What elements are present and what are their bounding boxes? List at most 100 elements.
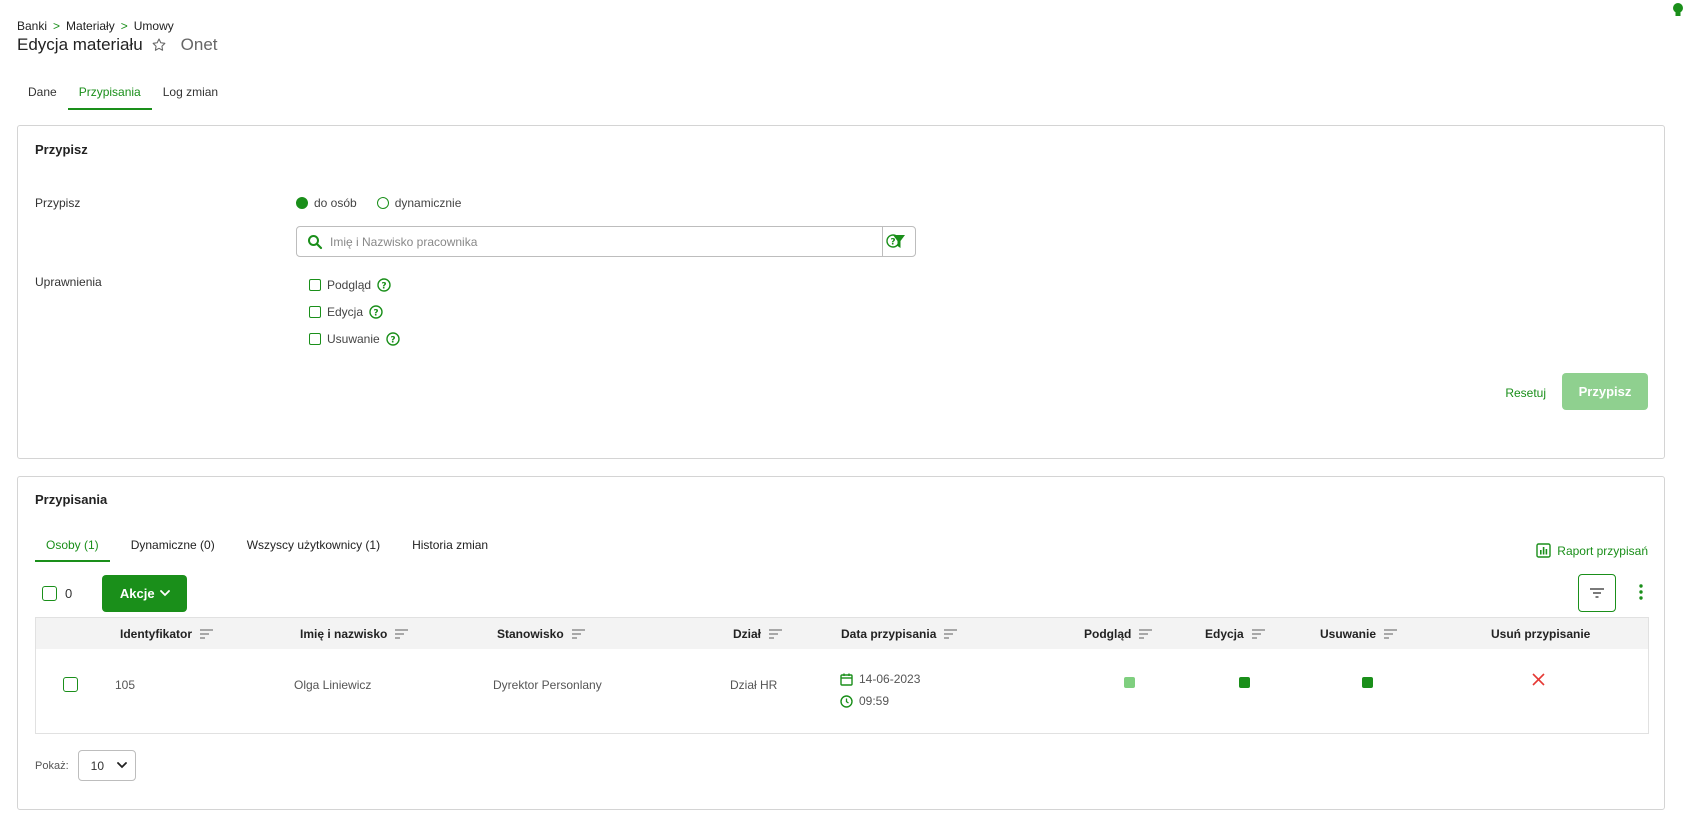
remove-assignment-icon[interactable]	[1532, 673, 1545, 686]
checkbox-edycja-label[interactable]: Edycja	[327, 305, 363, 319]
tab-log-zmian[interactable]: Log zmian	[152, 80, 229, 110]
help-icon[interactable]: ?	[369, 305, 383, 319]
column-header-identyfikator[interactable]: Identyfikator	[120, 627, 214, 641]
more-vertical-icon[interactable]	[1638, 583, 1644, 601]
cell-stanowisko: Dyrektor Personlany	[493, 678, 602, 692]
actions-button[interactable]: Akcje	[102, 575, 188, 612]
radio-dynamicznie[interactable]	[376, 197, 389, 209]
checkbox-podglad-label[interactable]: Podgląd	[327, 278, 371, 292]
checkbox-podglad[interactable]	[309, 279, 321, 291]
table-toolbar: 0 Akcje	[42, 575, 188, 612]
clock-icon	[840, 694, 853, 708]
radio-do-osob-label[interactable]: do osób	[314, 196, 357, 210]
permission-edit-indicator[interactable]	[1239, 677, 1250, 688]
checkbox-edycja[interactable]	[309, 306, 321, 318]
assign-submit-button[interactable]: Przypisz	[1562, 373, 1648, 410]
breadcrumb: Banki > Materiały > Umowy	[17, 19, 174, 33]
filter-lines-icon	[1590, 588, 1604, 598]
filter-toggle-button[interactable]	[1578, 574, 1616, 612]
permission-podglad: Podgląd ?	[309, 278, 391, 292]
sort-icon[interactable]	[1139, 629, 1153, 639]
sort-icon[interactable]	[1251, 629, 1265, 639]
radio-do-osob[interactable]	[296, 197, 308, 209]
sort-icon[interactable]	[200, 629, 214, 639]
table-row: 105 Olga Liniewicz Dyrektor Personlany D…	[36, 649, 1648, 733]
svg-text:?: ?	[381, 282, 386, 292]
column-header-podglad[interactable]: Podgląd	[1084, 627, 1153, 641]
star-icon[interactable]	[151, 37, 167, 53]
breadcrumb-item-umowy[interactable]: Umowy	[134, 19, 174, 33]
help-icon[interactable]: ?	[386, 332, 400, 346]
column-header-data-przypisania[interactable]: Data przypisania	[841, 627, 958, 641]
column-header-imie-nazwisko[interactable]: Imię i nazwisko	[300, 627, 409, 641]
select-all-checkbox[interactable]	[42, 586, 57, 601]
assign-date: 14-06-2023	[840, 672, 920, 686]
checkbox-usuwanie-label[interactable]: Usuwanie	[327, 332, 380, 346]
report-link[interactable]: Raport przypisań	[1536, 543, 1648, 558]
chevron-down-icon	[159, 590, 170, 597]
row-checkbox[interactable]	[63, 677, 78, 692]
assign-mode-label: Przypisz	[35, 196, 81, 210]
page-size-control: Pokaż: 10	[35, 750, 136, 781]
report-link-label[interactable]: Raport przypisań	[1557, 544, 1648, 558]
assignments-panel-title: Przypisania	[35, 492, 108, 507]
sort-icon[interactable]	[571, 629, 585, 639]
page-size-label: Pokaż:	[35, 759, 69, 772]
permission-delete-indicator[interactable]	[1362, 677, 1373, 688]
calendar-icon	[840, 673, 853, 686]
page-subtitle: Onet	[180, 35, 218, 54]
column-header-label: Dział	[733, 627, 762, 641]
page-title: Edycja materiału	[17, 35, 143, 54]
subtab-osoby[interactable]: Osoby (1)	[35, 532, 110, 562]
checkbox-usuwanie[interactable]	[309, 333, 321, 345]
tab-dane[interactable]: Dane	[17, 80, 68, 110]
sort-icon[interactable]	[944, 629, 958, 639]
assign-mode-radio-group: do osób dynamicznie	[296, 196, 475, 210]
title-row: Edycja materiału Onet	[17, 35, 218, 55]
permission-edycja: Edycja ?	[309, 305, 383, 319]
column-header-label: Edycja	[1205, 627, 1244, 641]
subtab-historia-zmian[interactable]: Historia zmian	[401, 532, 499, 562]
column-header-usuwanie[interactable]: Usuwanie	[1320, 627, 1398, 641]
breadcrumb-separator: >	[120, 19, 128, 33]
breadcrumb-separator: >	[53, 19, 61, 33]
page-size-value: 10	[90, 758, 104, 773]
assign-date-value: 14-06-2023	[859, 672, 921, 686]
assignments-table: Identyfikator Imię i nazwisko Stanowisko…	[35, 617, 1649, 734]
column-header-edycja[interactable]: Edycja	[1205, 627, 1265, 641]
subtab-dynamiczne[interactable]: Dynamiczne (0)	[120, 532, 226, 562]
sort-icon[interactable]	[1384, 629, 1398, 639]
sort-icon[interactable]	[395, 629, 409, 639]
column-header-dzial[interactable]: Dział	[733, 627, 783, 641]
column-header-label: Imię i nazwisko	[300, 627, 388, 641]
sort-icon[interactable]	[769, 629, 783, 639]
column-header-label: Identyfikator	[120, 627, 193, 641]
actions-button-label: Akcje	[119, 586, 155, 601]
radio-dynamicznie-label[interactable]: dynamicznie	[395, 196, 462, 210]
help-icon[interactable]: ?	[886, 234, 900, 248]
employee-search-input[interactable]	[323, 227, 882, 256]
assign-time-value: 09:59	[859, 694, 890, 708]
svg-text:?: ?	[890, 238, 895, 248]
breadcrumb-item-banki[interactable]: Banki	[17, 19, 47, 33]
reset-button[interactable]: Resetuj	[1505, 386, 1546, 400]
page-size-select[interactable]: 10	[77, 750, 136, 781]
cell-identyfikator: 105	[115, 678, 136, 692]
permission-view-indicator[interactable]	[1124, 677, 1135, 688]
subtab-wszyscy-uzytkownicy[interactable]: Wszyscy użytkownicy (1)	[236, 532, 391, 562]
breadcrumb-item-materialy[interactable]: Materiały	[66, 19, 115, 33]
search-icon	[308, 234, 323, 249]
tab-przypisania[interactable]: Przypisania	[67, 80, 152, 110]
assignments-subtabs: Osoby (1) Dynamiczne (0) Wszyscy użytkow…	[35, 532, 509, 562]
column-header-label: Data przypisania	[841, 627, 937, 641]
table-header: Identyfikator Imię i nazwisko Stanowisko…	[36, 618, 1648, 649]
assign-panel: Przypisz Przypisz do osób dynamicznie ? …	[17, 125, 1665, 459]
svg-text:?: ?	[373, 309, 378, 319]
column-header-stanowisko[interactable]: Stanowisko	[497, 627, 585, 641]
cell-imie-nazwisko: Olga Liniewicz	[294, 678, 372, 692]
help-icon[interactable]: ?	[377, 278, 391, 292]
lightbulb-icon[interactable]	[1671, 2, 1685, 18]
column-header-label: Usuń przypisanie	[1491, 627, 1591, 641]
column-header-label: Stanowisko	[497, 627, 564, 641]
column-header-usun-przypisanie: Usuń przypisanie	[1491, 627, 1590, 641]
